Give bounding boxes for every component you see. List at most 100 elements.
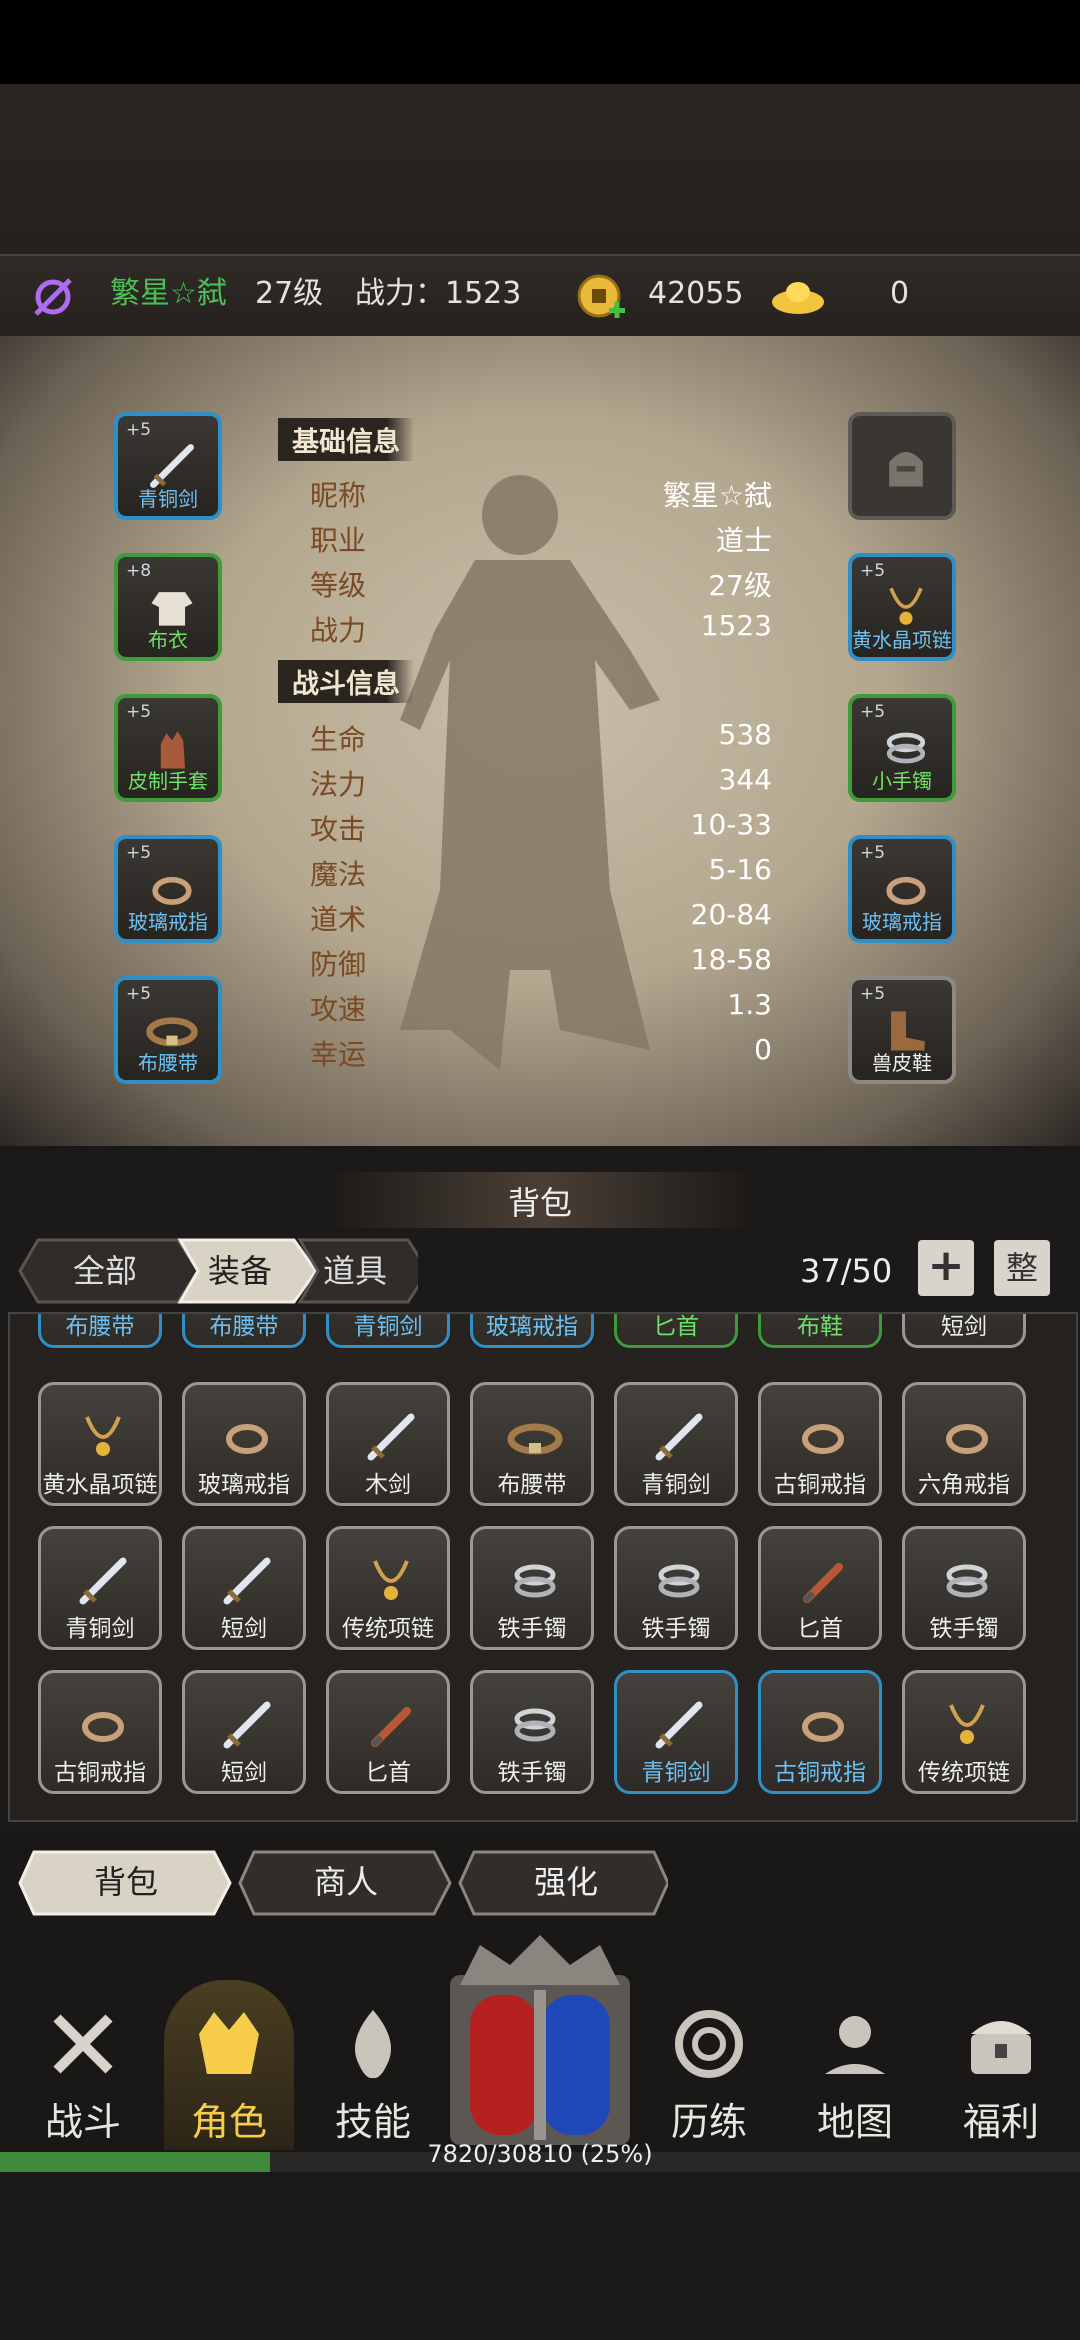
equip-slot-left-2[interactable]: +5 皮制手套 — [114, 694, 222, 802]
equip-slot-left-4[interactable]: +5 布腰带 — [114, 976, 222, 1084]
bag-item[interactable]: 匕首 — [758, 1526, 882, 1650]
bag-item-label: 玻璃戒指 — [486, 1314, 578, 1340]
nav-item-4[interactable]: 地图 — [790, 1980, 920, 2150]
bag-item[interactable]: 铁手镯 — [470, 1670, 594, 1794]
stat-label: 法力 — [310, 768, 367, 801]
ring-icon — [802, 1712, 844, 1742]
bag-item[interactable]: 古铜戒指 — [758, 1382, 882, 1506]
bag-item-label: 古铜戒指 — [774, 1472, 866, 1498]
bag-item[interactable]: 青铜剑 — [38, 1526, 162, 1650]
equip-slot-left-1[interactable]: +8 布衣 — [114, 553, 222, 661]
bag-item[interactable]: 古铜戒指 — [38, 1670, 162, 1794]
bag-tab-all[interactable]: 全部 — [30, 1236, 180, 1306]
bag-item-label: 短剑 — [221, 1616, 267, 1642]
bag-item[interactable]: 铁手镯 — [614, 1526, 738, 1650]
bag-item[interactable]: 玻璃戒指 — [470, 1314, 594, 1348]
bag-item[interactable]: 传统项链 — [902, 1670, 1026, 1794]
nav-item-0[interactable]: 战斗 — [18, 1980, 148, 2150]
stat-label: 职业 — [310, 524, 367, 557]
sword-icon — [655, 1701, 703, 1749]
treasure-chest-icon — [971, 2021, 1031, 2074]
enhance-level: +8 — [126, 561, 152, 581]
character-silhouette — [400, 475, 660, 1070]
bracelet-icon — [946, 1564, 988, 1598]
enhance-level: +5 — [126, 420, 152, 440]
stat-value: 0 — [754, 1033, 772, 1066]
sort-bag-button[interactable]: 整 — [994, 1240, 1050, 1296]
bag-item[interactable]: 短剑 — [902, 1314, 1026, 1348]
bag-item[interactable]: 古铜戒指 — [758, 1670, 882, 1794]
map-pin-icon — [825, 2016, 885, 2074]
portal-button-icon[interactable] — [440, 1935, 640, 2145]
enhance-level: +5 — [860, 702, 886, 722]
bag-item[interactable]: 布腰带 — [38, 1314, 162, 1348]
bag-item-label: 古铜戒指 — [54, 1760, 146, 1786]
equip-slot-left-3[interactable]: +5 玻璃戒指 — [114, 835, 222, 943]
bag-item-label: 传统项链 — [342, 1616, 434, 1642]
bag-item-label: 铁手镯 — [497, 1616, 567, 1642]
nav-item-3[interactable]: 历练 — [644, 1980, 774, 2150]
equip-slot-right-4[interactable]: +5 兽皮鞋 — [848, 976, 956, 1084]
bag-item-label: 布腰带 — [65, 1314, 135, 1340]
bag-item[interactable]: 青铜剑 — [614, 1382, 738, 1506]
necklace-icon — [85, 1416, 121, 1456]
stat-label: 防御 — [310, 948, 367, 981]
bag-item[interactable]: 黄水晶项链 — [38, 1382, 162, 1506]
stat-value: 繁星☆弑 — [662, 479, 772, 512]
stat-value: 10-33 — [690, 808, 772, 841]
bag-item[interactable]: 玻璃戒指 — [182, 1382, 306, 1506]
bag-item[interactable]: 铁手镯 — [902, 1526, 1026, 1650]
crossed-swords-icon — [53, 2014, 113, 2074]
status-bar — [0, 0, 1080, 84]
ring-icon — [226, 1424, 268, 1454]
player-power: 战力：1523 — [355, 276, 522, 311]
equip-slot-label: 布衣 — [148, 628, 188, 652]
equip-slot-right-1[interactable]: +5 黄水晶项链 — [848, 553, 956, 661]
enhance-level: +5 — [126, 843, 152, 863]
coin-add-icon[interactable] — [575, 272, 627, 324]
enhance-level: +5 — [860, 843, 886, 863]
stat-value: 1523 — [700, 609, 772, 642]
equip-slot-label: 青铜剑 — [138, 487, 198, 511]
nav-item-2[interactable]: 技能 — [308, 1980, 438, 2150]
equip-slot-right-3[interactable]: +5 玻璃戒指 — [848, 835, 956, 943]
bag-item[interactable]: 铁手镯 — [470, 1526, 594, 1650]
sword-icon — [223, 1557, 271, 1605]
bag-item[interactable]: 布腰带 — [182, 1314, 306, 1348]
equip-slot-right-0[interactable] — [848, 412, 956, 520]
nav-item-5[interactable]: 福利 — [936, 1980, 1066, 2150]
bag-item[interactable]: 青铜剑 — [326, 1314, 450, 1348]
stat-value: 344 — [718, 763, 772, 796]
bag-capacity: 37/50 — [800, 1252, 893, 1290]
bag-tab-equipment[interactable]: 装备 — [180, 1236, 300, 1306]
bag-item[interactable]: 青铜剑 — [614, 1670, 738, 1794]
stat-value: 18-58 — [690, 943, 772, 976]
bottom-tab-enhance[interactable]: 强化 — [468, 1852, 664, 1912]
bag-item[interactable]: 六角戒指 — [902, 1382, 1026, 1506]
bag-item[interactable]: 匕首 — [614, 1314, 738, 1348]
equip-slot-left-0[interactable]: +5 青铜剑 — [114, 412, 222, 520]
bag-item[interactable]: 短剑 — [182, 1526, 306, 1650]
bag-item[interactable]: 木剑 — [326, 1382, 450, 1506]
bottom-tab-merchant[interactable]: 商人 — [248, 1852, 444, 1912]
bag-item[interactable]: 布鞋 — [758, 1314, 882, 1348]
bag-item-label: 玻璃戒指 — [198, 1472, 290, 1498]
equip-slot-right-2[interactable]: +5 小手镯 — [848, 694, 956, 802]
bottom-tab-bag[interactable]: 背包 — [28, 1852, 224, 1912]
nav-item-1[interactable]: 角色 — [164, 1980, 294, 2150]
stat-label: 昵称 — [310, 479, 367, 512]
enhance-level: +5 — [126, 702, 152, 722]
expand-bag-button[interactable]: + — [918, 1240, 974, 1296]
bag-tab-items[interactable]: 道具 — [300, 1236, 410, 1306]
necklace-icon — [373, 1560, 409, 1600]
bag-item[interactable]: 匕首 — [326, 1670, 450, 1794]
stat-label: 魔法 — [310, 858, 367, 891]
equip-slot-label: 黄水晶项链 — [852, 628, 952, 652]
bag-item[interactable]: 短剑 — [182, 1670, 306, 1794]
bag-item-label: 铁手镯 — [929, 1616, 999, 1642]
sword-icon — [223, 1701, 271, 1749]
bag-item[interactable]: 传统项链 — [326, 1526, 450, 1650]
gold-amount: 0 — [890, 276, 910, 311]
bag-item-label: 传统项链 — [918, 1760, 1010, 1786]
bag-item[interactable]: 布腰带 — [470, 1382, 594, 1506]
